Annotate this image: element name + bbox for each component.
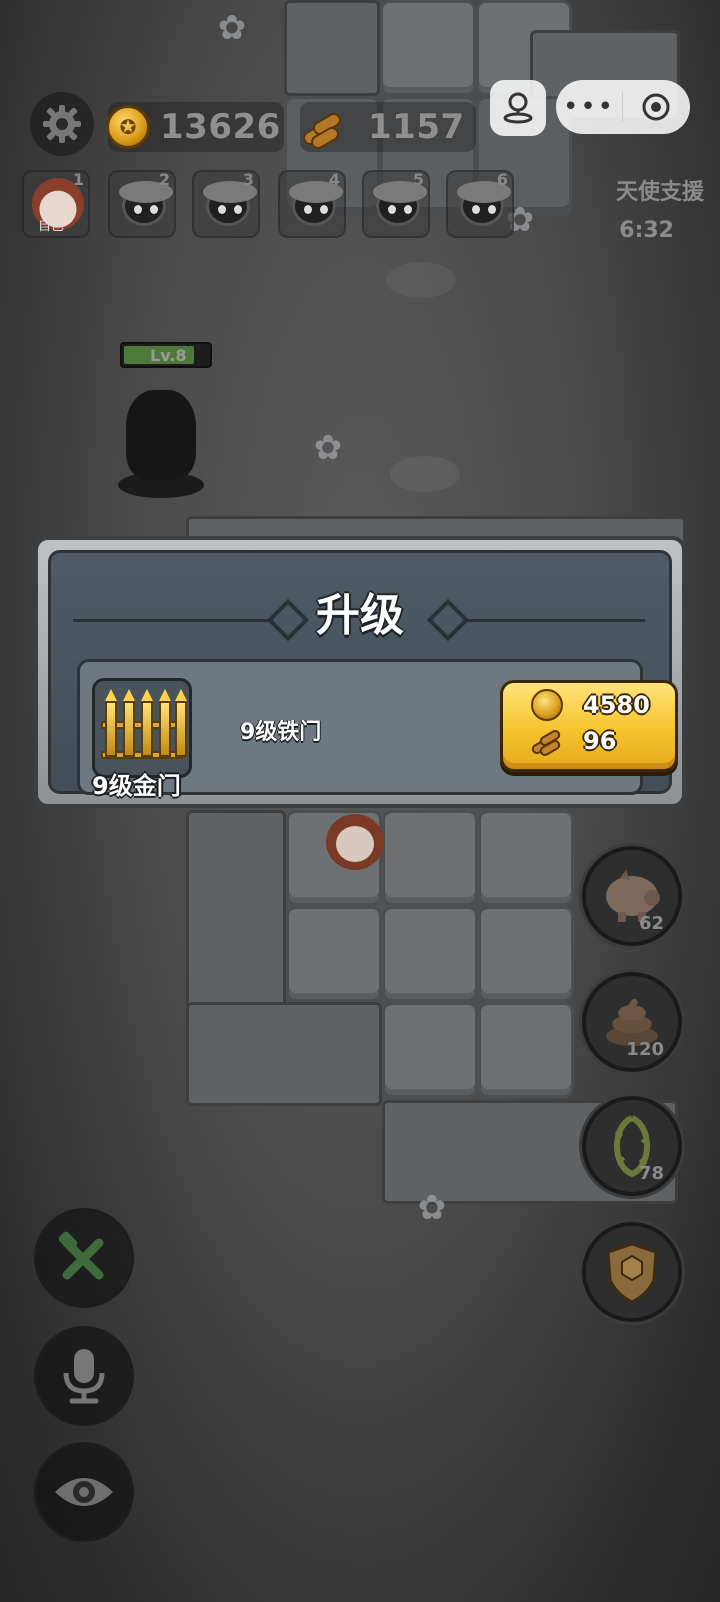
thorns-icon (614, 1115, 650, 1178)
coin-amount: 13626 (160, 107, 281, 147)
cloud-shadow (386, 262, 456, 298)
skill-count: 120 (626, 1039, 664, 1060)
poop-skill-button[interactable]: 120 (582, 972, 682, 1072)
floor-tile (478, 1002, 574, 1098)
piggy-bank-icon (606, 870, 660, 922)
enemy-silhouette (118, 390, 204, 498)
angel-support-label: 天使支援 (615, 180, 704, 205)
more-button[interactable]: ••• (556, 80, 622, 134)
target-close-icon (642, 93, 670, 121)
upgrade-confirm-button[interactable]: 4580 96 (500, 680, 678, 772)
floor-tile (478, 810, 574, 906)
cloud-shadow (390, 456, 460, 492)
player-character (316, 808, 396, 888)
team-slot-self[interactable]: 1 自己 (22, 170, 90, 238)
wood-icon (300, 107, 346, 152)
shield-skill-button[interactable] (582, 1222, 682, 1322)
close-program-button[interactable] (623, 80, 689, 134)
wood-counter: 1157 (300, 102, 476, 152)
gold-cost: 4580 (531, 689, 650, 721)
floor-tile (382, 1002, 478, 1098)
floor-tile (286, 906, 382, 1002)
sheep-avatar (119, 181, 173, 226)
wood-cost-amount: 96 (583, 727, 617, 755)
flower-decoration: ✿ (313, 428, 343, 468)
self-label: 自己 (38, 219, 65, 234)
shield-icon (606, 1242, 658, 1304)
piggy-bank-skill-button[interactable]: 62 (582, 846, 682, 946)
coin-icon: ✪ (106, 105, 150, 149)
angel-support[interactable]: 天使支援 6:32 (616, 174, 704, 250)
floor-tile (382, 906, 478, 1002)
flower-decoration: ✿ (417, 1188, 447, 1228)
person-pin-icon (503, 92, 533, 124)
team-slot-number: 5 (412, 170, 424, 189)
sheep-avatar (203, 181, 257, 226)
flower-decoration: ✿ (217, 8, 247, 48)
current-gate-label: 9级金门 (92, 772, 181, 800)
team-slot-4[interactable]: 4 (278, 170, 346, 238)
upgrade-dialog: 升级 9级金门 9级铁门 4580 96 (34, 536, 686, 808)
team-slot-5[interactable]: 5 (362, 170, 430, 238)
team-slot-number: 2 (158, 170, 170, 189)
skill-count: 78 (638, 1163, 664, 1184)
wood-icon (529, 727, 565, 758)
wood-cost: 96 (529, 727, 617, 758)
gold-gate-icon (92, 678, 192, 778)
team-slot-number: 1 (72, 170, 84, 189)
floor-tile (380, 0, 476, 96)
team-slot-3[interactable]: 3 (192, 170, 260, 238)
wall-block (284, 0, 380, 96)
dialog-panel: 升级 9级金门 9级铁门 4580 96 (48, 550, 678, 800)
enemy-level-badge: Lv.8 (120, 342, 212, 368)
more-dots-icon: ••• (562, 92, 615, 122)
team-slot-number: 3 (242, 170, 254, 189)
skill-count: 62 (638, 913, 664, 934)
wood-amount: 1157 (368, 107, 465, 147)
mini-program-capsule: ••• (556, 80, 690, 134)
eye-icon (55, 1478, 113, 1506)
sheep-avatar (373, 181, 427, 226)
coin-counter: ✪ 13626 (106, 102, 284, 152)
angel-support-timer: 6:32 (619, 218, 674, 243)
thorns-skill-button[interactable]: 78 (582, 1096, 682, 1196)
settings-button[interactable] (30, 92, 94, 156)
sheep-avatar (457, 181, 511, 226)
upgrade-card: 9级金门 9级铁门 4580 96 (77, 659, 678, 800)
floor-tile (478, 906, 574, 1002)
team-slot-number: 6 (496, 170, 508, 189)
team-slot-2[interactable]: 2 (108, 170, 176, 238)
target-gate-name: 9级铁门 (240, 720, 322, 745)
coin-icon (531, 689, 563, 721)
microphone-icon (63, 1349, 105, 1404)
build-tools-button[interactable] (34, 1208, 134, 1308)
wall-block (186, 1002, 382, 1106)
gold-cost-amount: 4580 (583, 691, 650, 719)
gear-icon (43, 105, 81, 143)
wrench-hammer-icon (58, 1231, 104, 1280)
view-toggle-button[interactable] (34, 1442, 134, 1542)
dialog-title: 升级 (316, 590, 404, 641)
floor-tile (382, 810, 478, 906)
team-slot-6[interactable]: 6 (446, 170, 514, 238)
enemy-level-text: Lv.8 (150, 346, 187, 365)
voice-chat-button[interactable] (34, 1326, 134, 1426)
team-slot-number: 4 (328, 170, 340, 189)
sheep-avatar (289, 181, 343, 226)
avatar-button[interactable] (490, 80, 546, 136)
